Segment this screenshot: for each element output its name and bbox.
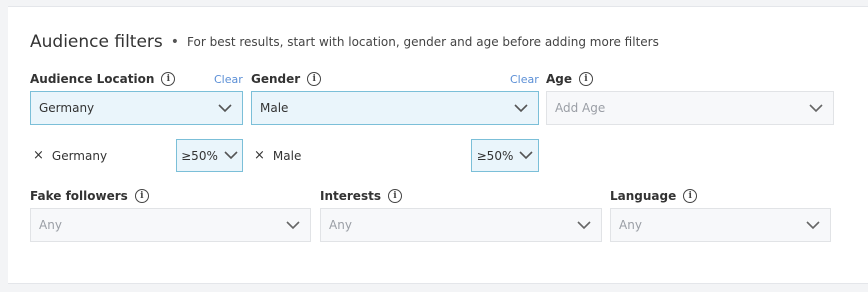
fake-followers-label: Fake followers <box>30 189 128 203</box>
location-percent-select[interactable]: ≥50% <box>176 139 243 172</box>
interests-label-row: Interests i <box>320 189 402 203</box>
fake-followers-value: Any <box>39 218 62 232</box>
interests-label: Interests <box>320 189 381 203</box>
info-icon[interactable]: i <box>134 189 149 203</box>
fake-followers-select[interactable]: Any <box>30 208 311 242</box>
gender-chip: × Male <box>254 148 301 163</box>
location-label-row: Audience Location i <box>30 72 176 86</box>
chevron-down-icon <box>514 103 528 112</box>
location-chip-label: Germany <box>51 148 108 163</box>
close-icon[interactable]: × <box>33 148 44 163</box>
language-value: Any <box>619 218 642 232</box>
chevron-down-icon <box>224 151 238 160</box>
chevron-down-icon <box>286 220 300 229</box>
gender-percent-select[interactable]: ≥50% <box>471 139 539 172</box>
gender-label-row: Gender i <box>251 72 322 86</box>
gender-label: Gender <box>251 72 301 86</box>
location-clear-link[interactable]: Clear <box>214 73 243 86</box>
chevron-down-icon <box>519 151 533 160</box>
location-label: Audience Location <box>30 72 155 86</box>
interests-select[interactable]: Any <box>320 208 602 242</box>
age-select[interactable]: Add Age <box>546 91 834 125</box>
gender-select-value: Male <box>260 101 289 115</box>
fake-followers-label-row: Fake followers i <box>30 189 149 203</box>
filters-header: Audience filters • For best results, sta… <box>30 32 659 52</box>
info-icon[interactable]: i <box>579 72 594 86</box>
age-select-placeholder: Add Age <box>555 101 606 115</box>
language-label: Language <box>610 189 677 203</box>
chevron-down-icon <box>809 103 823 112</box>
age-label-row: Age i <box>546 72 594 86</box>
info-icon[interactable]: i <box>387 189 402 203</box>
gender-select[interactable]: Male <box>251 91 539 125</box>
location-chip: × Germany <box>33 148 107 163</box>
filters-hint: For best results, start with location, g… <box>187 35 659 49</box>
location-percent-value: ≥50% <box>181 148 218 163</box>
age-label: Age <box>546 72 573 86</box>
info-icon[interactable]: i <box>683 189 698 203</box>
language-label-row: Language i <box>610 189 698 203</box>
location-select-value: Germany <box>39 101 95 115</box>
separator-dot: • <box>170 34 180 50</box>
info-icon[interactable]: i <box>307 72 322 86</box>
gender-clear-link[interactable]: Clear <box>510 73 539 86</box>
chevron-down-icon <box>577 220 591 229</box>
info-icon[interactable]: i <box>161 72 176 86</box>
language-select[interactable]: Any <box>610 208 831 242</box>
gender-percent-value: ≥50% <box>476 148 514 163</box>
close-icon[interactable]: × <box>254 148 265 163</box>
gender-chip-label: Male <box>272 148 302 163</box>
interests-value: Any <box>329 218 352 232</box>
page-title: Audience filters <box>30 32 163 52</box>
chevron-down-icon <box>806 220 820 229</box>
chevron-down-icon <box>218 103 232 112</box>
location-select[interactable]: Germany <box>30 91 243 125</box>
